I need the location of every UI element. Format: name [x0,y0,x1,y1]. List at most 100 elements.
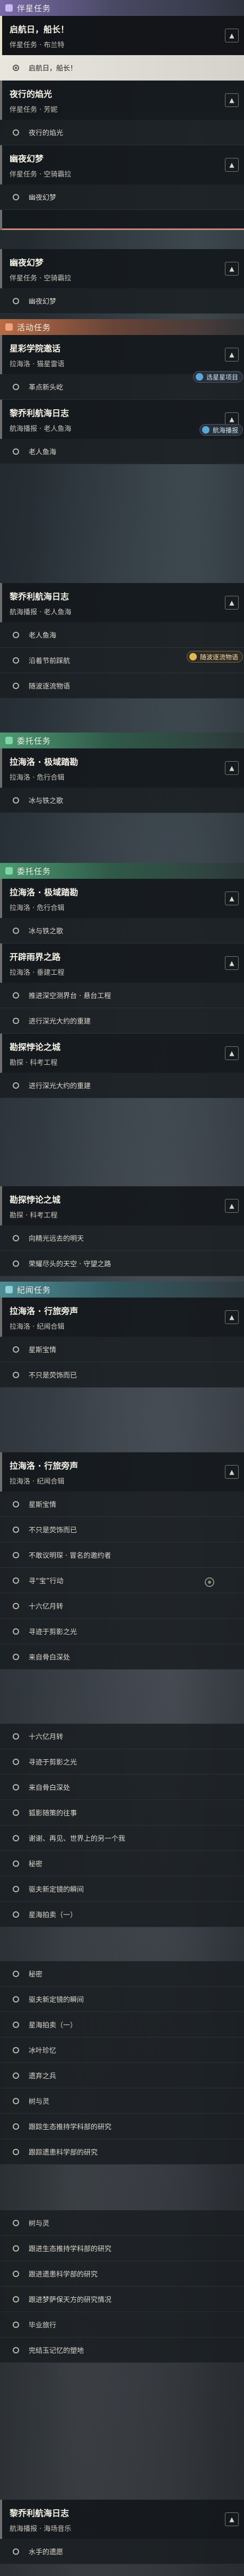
step-row[interactable]: 秘密 [0,1851,244,1876]
collapse-chevron-icon[interactable]: ▲ [225,158,239,172]
collapse-chevron-icon[interactable]: ▲ [225,1046,239,1060]
step-row[interactable]: 水手的遗愿 [0,2539,244,2564]
collapse-chevron-icon[interactable]: ▲ [225,348,239,361]
step-row[interactable]: 寻迹于剪影之光 [0,1749,244,1775]
step-row[interactable]: 幽夜幻梦 [0,288,244,314]
tracking-tag[interactable]: 随波逐流物语 [186,651,243,663]
step-row[interactable]: 星斯宝情 [0,1337,244,1362]
step-row[interactable]: 推进深空测界台 · 悬台工程 [0,983,244,1008]
divider [2,228,244,230]
step-row[interactable]: 来自骨白深处 [0,1644,244,1670]
category-header-record[interactable]: 纪闻任务 [0,1282,244,1298]
mission-card[interactable]: 拉海洛 · 行旅旁声 拉海洛 · 纪闻合辑 ▲ [0,1298,244,1337]
mission-card[interactable]: 拉海洛 · 极域踏勘 拉海洛 · 危行合辑 ▲ [0,748,244,788]
collapse-chevron-icon[interactable]: ▲ [225,1199,239,1213]
step-row[interactable]: 夜行的焰光 [0,120,244,145]
collapse-chevron-icon[interactable]: ▲ [225,761,239,775]
step-row[interactable]: 狐影随策的往事 [0,1800,244,1825]
step-row[interactable]: 不只是荧饰而已 [0,1517,244,1542]
collapse-chevron-icon[interactable]: ▲ [225,29,239,42]
step-row[interactable]: 星海拍卖（一） [0,2012,244,2037]
collapse-chevron-icon[interactable]: ▲ [225,262,239,276]
step-row[interactable]: 跟踪遗患科学部的研究 [0,2139,244,2165]
collapse-chevron-icon[interactable]: ▲ [225,956,239,970]
step-row[interactable]: 秘密 [0,1961,244,1987]
step-row[interactable]: 冰与铁之歌 [0,918,244,943]
step-dot-icon [13,682,19,689]
mission-card[interactable]: 拉海洛 · 行旅旁声 拉海洛 · 纪闻合辑 ▲ [0,1452,244,1492]
step-row[interactable]: 进行深光大约的重建 [0,1008,244,1034]
mission-card[interactable]: 勘探悖论之城 勘探 · 科考工程 ▲ [0,1034,244,1073]
mission-card[interactable]: 夜行的焰光 伴星任务 · 芳妮 ▲ [0,81,244,120]
step-row[interactable]: 不敢议明琛 · 冒名的邀约者 [0,1542,244,1568]
step-row[interactable]: 完结玉记忆的塑地 [0,2337,244,2363]
category-header-partner[interactable]: 伴星任务 [0,0,244,16]
collapse-chevron-icon[interactable]: ▲ [225,596,239,610]
step-row[interactable]: 驱夫新定镜的瞬间 [0,1876,244,1902]
step-row[interactable]: 谢谢、再见、世界上的另一个我 [0,1825,244,1851]
step-row[interactable]: 毕业旅行 [0,2312,244,2337]
step-row[interactable]: 向精光远去的明天 [0,1225,244,1251]
step-row[interactable]: 启航日，船长！ [0,55,244,81]
mission-card[interactable]: 星彩学院邀话 拉海洛 · 猫星雷语 ▲ [0,335,244,374]
mission-card[interactable]: 黎乔利航海日志 航海播报 · 老人鱼海 ▲ [0,583,244,622]
step-row[interactable]: 冰与铁之歌 [0,788,244,813]
quest-section-daily-3: 勘探悖论之城 勘探 · 科考工程 ▲ 向精光远去的明天 荣耀尽头的天空 · 守望… [0,1186,244,1276]
step-row[interactable]: 随波逐流物语 [0,673,244,699]
mission-card[interactable]: 幽夜幻梦 伴星任务 · 空骑霸拉 ▲ [0,145,244,184]
mission-title: 拉海洛 · 极域踏勘 [10,757,79,767]
step-row[interactable]: 跟进梦萨保天方的研究情况 [0,2287,244,2312]
step-label: 毕业旅行 [29,2322,57,2330]
category-header-event[interactable]: 活动任务 [0,319,244,335]
step-row[interactable]: 遗弃之兵 [0,2063,244,2088]
step-row[interactable]: 树与灵 [0,2210,244,2236]
tracking-tag[interactable]: 选星星项目 [193,371,243,383]
step-row[interactable]: 幽夜幻梦 [0,184,244,210]
quest-section-record-2: 拉海洛 · 行旅旁声 拉海洛 · 纪闻合辑 ▲ 星斯宝情 不只是荧饰而已 不敢议… [0,1452,244,1670]
mission-card[interactable]: 开辟雨界之路 拉海洛 · 垂建工程 ▲ [0,943,244,983]
collapse-chevron-icon[interactable]: ▲ [225,93,239,107]
category-label: 活动任务 [17,322,51,332]
step-row[interactable]: 跟踪生态推持学科部的研究 [0,2114,244,2139]
step-row[interactable]: 革点新头屹 选星星项目 [0,371,244,400]
track-toggle-icon[interactable] [205,1577,214,1587]
step-row[interactable]: 寻迹于剪影之光 [0,1619,244,1644]
collapse-chevron-icon[interactable]: ▲ [225,1465,239,1479]
step-label: 秘密 [29,1971,43,1979]
mission-card[interactable]: 启航日，船长！ 伴星任务 · 布兰特 ▲ [0,16,244,55]
step-row[interactable]: 十六亿月转 [0,1593,244,1619]
step-dot-icon [13,2148,19,2155]
step-row[interactable]: 老人鱼海 [0,439,244,464]
tracking-tag[interactable]: 航海播报 [199,424,243,436]
step-row[interactable]: 星海拍卖（一） [0,1902,244,1927]
mission-card[interactable]: 拉海洛 · 极域踏勘 拉海洛 · 危行合辑 ▲ [0,879,244,918]
step-row[interactable]: 树与灵 [0,2088,244,2114]
step-dot-icon [13,2219,19,2226]
mission-card[interactable]: 勘探悖论之城 勘探 · 科考工程 ▲ [0,1186,244,1225]
step-row[interactable]: 沿着节前踩航 随波逐流物语 [0,648,244,673]
collapse-chevron-icon[interactable]: ▲ [225,2512,239,2526]
collapse-chevron-icon[interactable]: ▲ [225,1310,239,1324]
step-row[interactable]: 老人鱼海 [0,622,244,648]
step-row[interactable]: 冰叶珍忆 [0,2037,244,2063]
mission-card[interactable]: 幽夜幻梦 伴星任务 · 空骑霸拉 ▲ [0,249,244,288]
step-row[interactable]: 跟进遗患科学部的研究 [0,2261,244,2287]
collapse-chevron-icon[interactable]: ▲ [225,892,239,905]
step-label: 水手的遗愿 [29,2548,64,2556]
step-row[interactable]: 荣耀尽头的天空 · 守望之路 [0,1251,244,1276]
step-row[interactable]: 进行深光大约的重建 [0,1073,244,1098]
step-row[interactable]: 星斯宝情 [0,1492,244,1517]
step-label: 跟进生态推持学科部的研究 [29,2245,112,2253]
step-row[interactable]: 十六亿月转 [0,1724,244,1749]
step-row[interactable]: 驱夫新定镜的瞬间 [0,1987,244,2012]
category-header-daily[interactable]: 委托任务 [0,733,244,748]
step-label: 星斯宝情 [29,1501,57,1509]
step-row[interactable]: 来自骨白深处 [0,1775,244,1800]
step-row[interactable]: 寻“宝”行动 [0,1568,244,1593]
step-row[interactable]: 跟进生态推持学科部的研究 [0,2236,244,2261]
category-header-daily[interactable]: 委托任务 [0,863,244,879]
mission-card[interactable]: 黎乔利航海日志 航海播报 · 老人鱼海 ▲ 航海播报 [0,400,244,439]
step-label: 启航日，船长！ [29,65,77,73]
mission-card[interactable]: 黎乔利航海日志 航海播报 · 海场音乐 ▲ [0,2500,244,2539]
step-row[interactable]: 不只是荧饰而已 [0,1362,244,1388]
